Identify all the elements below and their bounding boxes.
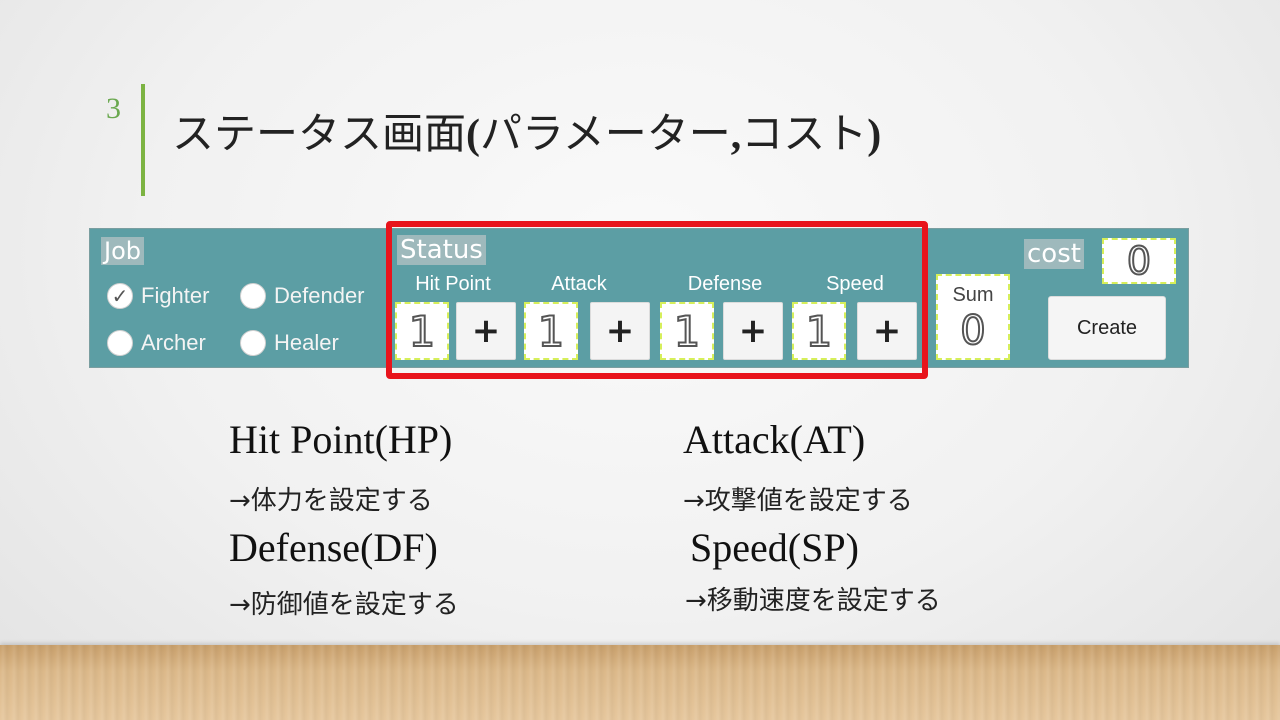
desc-text-df: →防御値を設定する bbox=[229, 590, 459, 620]
stat-label-attack: Attack bbox=[551, 273, 607, 295]
desc-text-sp: →移動速度を設定する bbox=[685, 586, 941, 616]
job-radio-healer[interactable]: Healer bbox=[240, 330, 339, 356]
speed-value: 1 bbox=[792, 302, 846, 360]
slide-title-close-paren: ) bbox=[867, 112, 882, 158]
slide-title-inner: パラメーター bbox=[480, 109, 731, 158]
cost-label: cost bbox=[1024, 239, 1084, 269]
sum-box: Sum 0 bbox=[936, 274, 1010, 360]
sum-label: Sum bbox=[952, 284, 994, 306]
create-button[interactable]: Create bbox=[1048, 296, 1166, 360]
job-radio-archer[interactable]: Archer bbox=[107, 330, 206, 356]
status-label: Status bbox=[397, 235, 486, 265]
cost-value: 0 bbox=[1102, 238, 1176, 284]
hit-point-plus-button[interactable]: + bbox=[456, 302, 516, 360]
desc-text-hp: →体力を設定する bbox=[229, 486, 433, 516]
job-radio-label: Healer bbox=[274, 330, 339, 355]
slide-title-comma: , bbox=[730, 112, 742, 158]
stat-label-hit-point: Hit Point bbox=[415, 273, 491, 295]
slide-title-open-paren: ( bbox=[466, 112, 481, 158]
radio-empty-icon bbox=[107, 330, 133, 356]
attack-value: 1 bbox=[524, 302, 578, 360]
job-radio-label: Defender bbox=[274, 283, 365, 308]
wooden-floor-background bbox=[0, 645, 1280, 720]
desc-title-hp: Hit Point(HP) bbox=[229, 417, 453, 462]
desc-title-sp: Speed(SP) bbox=[690, 525, 859, 570]
sum-value: 0 bbox=[959, 307, 986, 355]
radio-empty-icon bbox=[240, 330, 266, 356]
checkmark-icon: ✓ bbox=[107, 283, 133, 309]
job-radio-label: Fighter bbox=[141, 283, 210, 308]
job-radio-label: Archer bbox=[141, 330, 206, 355]
defense-value: 1 bbox=[660, 302, 714, 360]
radio-empty-icon bbox=[240, 283, 266, 309]
job-radio-fighter[interactable]: ✓ Fighter bbox=[107, 283, 209, 309]
desc-title-at: Attack(AT) bbox=[683, 417, 866, 462]
attack-plus-button[interactable]: + bbox=[590, 302, 650, 360]
slide-title-inner2: コスト bbox=[741, 109, 868, 158]
job-radio-defender[interactable]: Defender bbox=[240, 283, 365, 309]
speed-plus-button[interactable]: + bbox=[857, 302, 917, 360]
stat-label-defense: Defense bbox=[687, 273, 763, 295]
defense-plus-button[interactable]: + bbox=[723, 302, 783, 360]
slide-title-main: ステータス画面 bbox=[172, 109, 467, 158]
character-panel: Job ✓ Fighter Defender Archer Healer Sta… bbox=[89, 228, 1189, 368]
stat-label-speed: Speed bbox=[826, 273, 884, 295]
hit-point-value: 1 bbox=[395, 302, 449, 360]
slide-number: 3 bbox=[106, 92, 121, 125]
desc-title-df: Defense(DF) bbox=[229, 525, 438, 570]
desc-text-at: →攻撃値を設定する bbox=[683, 486, 913, 516]
title-accent-bar bbox=[141, 84, 145, 196]
slide-title: ステータス画面(パラメーター,コスト) bbox=[172, 100, 881, 161]
job-label: Job bbox=[101, 237, 144, 265]
